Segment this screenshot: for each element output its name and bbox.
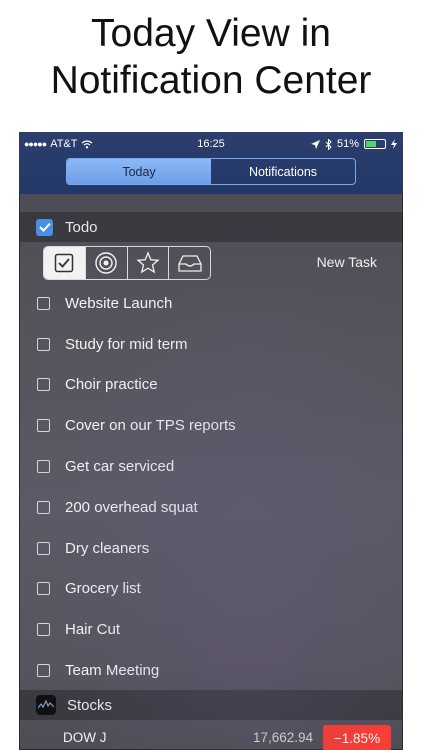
view-segmented-control: Today Notifications	[66, 158, 356, 185]
task-label: Hair Cut	[65, 621, 121, 639]
todo-widget-header[interactable]: Todo	[19, 212, 403, 242]
filter-focus-button[interactable]	[84, 247, 127, 279]
task-item[interactable]: Cover on our TPS reports	[19, 405, 403, 446]
stock-row[interactable]: DOW J 17,662.94 −1.85%	[19, 725, 403, 750]
target-icon	[95, 252, 117, 274]
stocks-widget-header[interactable]: Stocks	[19, 690, 403, 720]
filter-inbox-button[interactable]	[168, 247, 210, 279]
battery-percent: 51%	[336, 138, 359, 150]
task-item[interactable]: Hair Cut	[19, 609, 403, 650]
todo-widget-title: Todo	[65, 218, 98, 236]
headline-line-1: Today View in	[91, 12, 331, 55]
headline-line-2: Notification Center	[50, 59, 372, 102]
task-item[interactable]: Dry cleaners	[19, 528, 403, 569]
stock-price: 17,662.94	[252, 730, 313, 745]
task-item[interactable]: Grocery list	[19, 569, 403, 610]
task-item[interactable]: Choir practice	[19, 365, 403, 406]
phone-screen: ●●●●● AT&T 16:25 51% Today Notifications…	[19, 132, 403, 750]
tab-notifications[interactable]: Notifications	[211, 159, 355, 184]
star-icon	[136, 251, 160, 274]
stocks-widget-title: Stocks	[67, 696, 113, 714]
stock-symbol: DOW J	[63, 730, 107, 745]
task-checkbox[interactable]	[37, 582, 50, 596]
task-label: Cover on our TPS reports	[65, 417, 236, 435]
task-item[interactable]: Website Launch	[19, 283, 403, 324]
todo-task-list: Website Launch Study for mid term Choir …	[19, 283, 403, 691]
task-checkbox[interactable]	[37, 460, 50, 474]
filter-starred-button[interactable]	[126, 247, 169, 279]
task-item[interactable]: Get car serviced	[19, 446, 403, 487]
filter-all-button[interactable]	[44, 247, 85, 279]
notification-center-header: ●●●●● AT&T 16:25 51% Today Notifications	[19, 132, 403, 194]
promo-headline: Today View in Notification Center	[0, 10, 422, 104]
task-checkbox[interactable]	[37, 500, 50, 514]
task-label: 200 overhead squat	[65, 498, 198, 516]
todo-app-icon	[36, 218, 53, 236]
task-checkbox[interactable]	[37, 378, 50, 392]
tab-today[interactable]: Today	[67, 159, 211, 184]
task-label: Get car serviced	[65, 458, 175, 476]
bluetooth-icon	[325, 138, 332, 150]
task-checkbox[interactable]	[37, 419, 50, 433]
task-label: Grocery list	[65, 580, 141, 598]
stock-change-badge[interactable]: −1.85%	[323, 725, 391, 750]
battery-icon	[364, 139, 386, 149]
task-checkbox[interactable]	[37, 296, 50, 310]
charging-bolt-icon	[391, 139, 397, 149]
task-item[interactable]: Study for mid term	[19, 324, 403, 365]
task-checkbox[interactable]	[37, 337, 50, 351]
task-label: Team Meeting	[65, 662, 160, 680]
task-label: Dry cleaners	[65, 539, 150, 557]
task-checkbox[interactable]	[37, 664, 50, 678]
task-checkbox[interactable]	[37, 541, 50, 555]
task-item[interactable]: Team Meeting	[19, 650, 403, 691]
location-arrow-icon	[310, 139, 320, 149]
task-checkbox[interactable]	[37, 623, 50, 637]
checkmark-icon	[55, 253, 74, 273]
task-label: Choir practice	[65, 376, 158, 394]
task-label: Website Launch	[65, 294, 173, 312]
status-bar: ●●●●● AT&T 16:25 51%	[19, 136, 403, 152]
task-item[interactable]: 200 overhead squat	[19, 487, 403, 528]
todo-filter-toolbar	[43, 246, 211, 280]
inbox-icon	[177, 255, 202, 272]
stocks-app-icon	[36, 695, 56, 715]
new-task-button[interactable]: New Task	[317, 254, 377, 270]
task-label: Study for mid term	[65, 335, 188, 353]
